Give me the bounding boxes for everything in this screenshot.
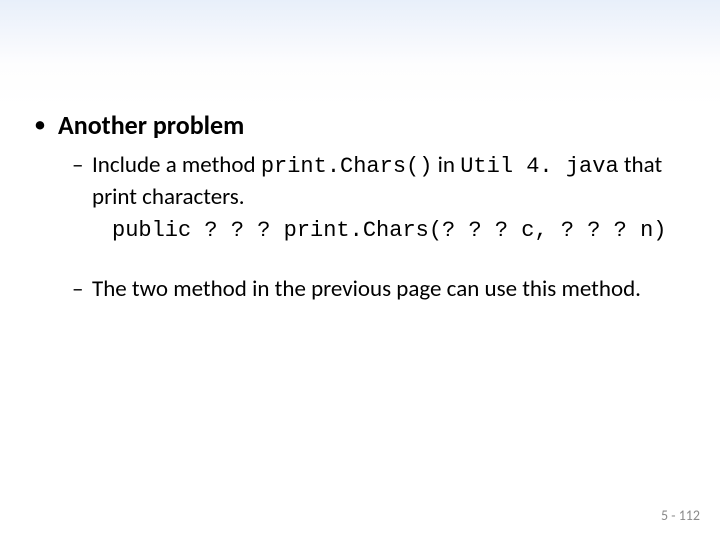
dash-icon: – [72,150,92,180]
bullet-l2-text-2: The two method in the previous page can … [92,274,641,304]
code-inline-util4: Util 4. java [460,154,618,179]
bullet-l2-text-1: Include a method print.Chars() in Util 4… [92,150,686,212]
bullet-dot-icon: • [34,108,58,142]
code-inline-printchars: print.Chars() [261,154,433,179]
sub1-prefix: Include a method [92,151,261,179]
dash-icon: – [72,274,92,304]
bullet-level-2-item: – The two method in the previous page ca… [72,274,686,304]
bullet-level-2-item: – Include a method print.Chars() in Util… [72,150,686,212]
bullet-level-1: • Another problem [34,108,686,142]
code-signature-line: public ? ? ? print.Chars(? ? ? c, ? ? ? … [112,216,686,246]
page-number: 5 - 112 [661,507,700,524]
content-area: • Another problem – Include a method pri… [34,108,686,308]
slide: • Another problem – Include a method pri… [0,0,720,540]
sub1-mid: in [432,151,460,179]
bullet-l1-text: Another problem [58,108,244,142]
